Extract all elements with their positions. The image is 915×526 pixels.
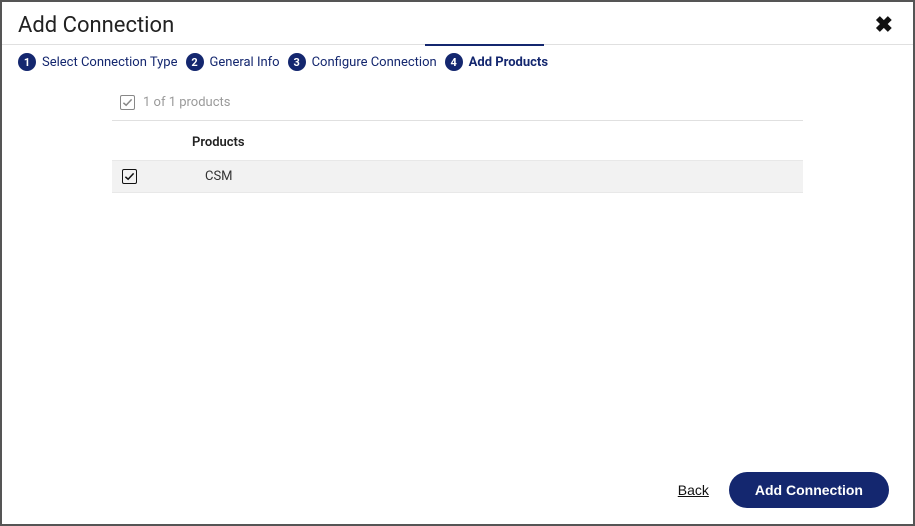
step-number-badge: 1 — [18, 53, 36, 71]
table-row: CSM — [112, 160, 803, 193]
add-connection-button[interactable]: Add Connection — [729, 472, 889, 508]
step-label: Configure Connection — [312, 55, 437, 70]
step-number-badge: 3 — [288, 53, 306, 71]
modal-header: Add Connection ✖ — [2, 2, 913, 44]
back-button[interactable]: Back — [678, 482, 709, 498]
wizard-steps: 1 Select Connection Type 2 General Info … — [2, 45, 913, 81]
add-connection-modal: Add Connection ✖ 1 Select Connection Typ… — [0, 0, 915, 526]
modal-title: Add Connection — [18, 13, 174, 38]
column-products: Products — [192, 135, 245, 150]
products-table-header: Products — [112, 121, 803, 160]
step-label: Add Products — [469, 55, 548, 70]
close-icon: ✖ — [875, 12, 893, 37]
content-area: 1 of 1 products Products CSM — [2, 81, 913, 458]
product-name: CSM — [187, 169, 233, 184]
step-general-info[interactable]: 2 General Info — [186, 53, 280, 71]
modal-footer: Back Add Connection — [2, 458, 913, 524]
select-all-label: 1 of 1 products — [143, 95, 230, 110]
step-label: General Info — [210, 55, 280, 70]
step-select-connection-type[interactable]: 1 Select Connection Type — [18, 53, 178, 71]
step-add-products[interactable]: 4 Add Products — [445, 53, 548, 71]
close-button[interactable]: ✖ — [871, 10, 897, 40]
step-number-badge: 4 — [445, 53, 463, 71]
select-all-checkbox[interactable] — [120, 95, 135, 110]
step-number-badge: 2 — [186, 53, 204, 71]
row-checkbox[interactable] — [122, 169, 137, 184]
select-all-row: 1 of 1 products — [112, 91, 803, 121]
check-icon — [122, 97, 133, 108]
step-label: Select Connection Type — [42, 55, 178, 70]
step-configure-connection[interactable]: 3 Configure Connection — [288, 53, 437, 71]
check-icon — [124, 171, 135, 182]
